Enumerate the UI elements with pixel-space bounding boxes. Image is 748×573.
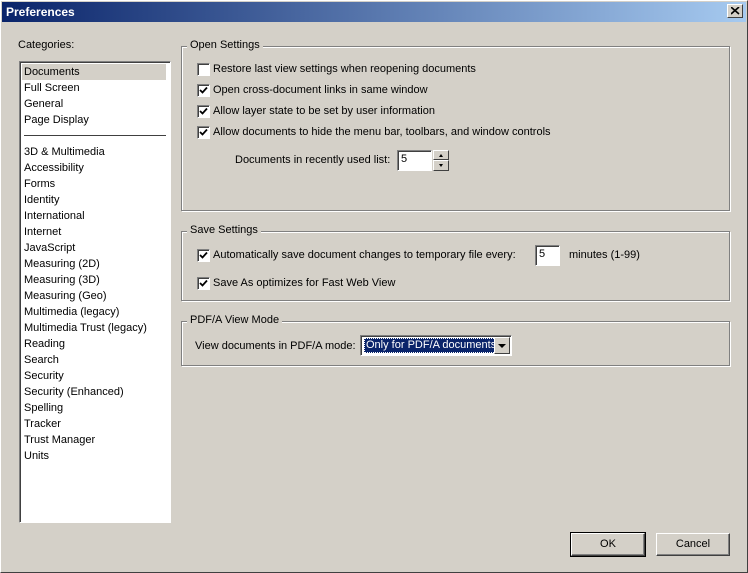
layer-state-label: Allow layer state to be set by user info… xyxy=(213,105,435,117)
recent-list-input[interactable]: 5 xyxy=(397,150,432,171)
category-measuring-3d[interactable]: Measuring (3D) xyxy=(22,272,166,288)
category-measuring-geo[interactable]: Measuring (Geo) xyxy=(22,288,166,304)
checkmark-icon xyxy=(199,128,208,136)
categories-label: Categories: xyxy=(18,39,75,51)
arrow-up-icon xyxy=(439,154,443,157)
category-multimedia-legacy[interactable]: Multimedia (legacy) xyxy=(22,304,166,320)
category-javascript[interactable]: JavaScript xyxy=(22,240,166,256)
close-button[interactable] xyxy=(727,4,743,18)
auto-save-checkbox[interactable] xyxy=(197,249,210,262)
hide-menu-bar-label: Allow documents to hide the menu bar, to… xyxy=(213,126,551,138)
auto-save-minutes-suffix: minutes (1-99) xyxy=(569,249,640,261)
category-documents[interactable]: Documents xyxy=(22,64,166,80)
category-security-enhanced[interactable]: Security (Enhanced) xyxy=(22,384,166,400)
cancel-button[interactable]: Cancel xyxy=(656,533,730,556)
recent-list-label: Documents in recently used list: xyxy=(235,154,391,166)
pdfa-mode-label: View documents in PDF/A mode: xyxy=(195,340,356,352)
open-settings-title: Open Settings xyxy=(187,39,263,51)
auto-save-label: Automatically save document changes to t… xyxy=(213,249,516,261)
recent-list-spinner[interactable] xyxy=(433,150,449,171)
pdfa-mode-selected-value: Only for PDF/A documents xyxy=(364,338,499,353)
cross-document-links-label: Open cross-document links in same window xyxy=(213,84,428,96)
category-full-screen[interactable]: Full Screen xyxy=(22,80,166,96)
preferences-dialog: Preferences Categories: Documents Full S… xyxy=(0,0,748,573)
auto-save-minutes-input[interactable]: 5 xyxy=(535,245,560,266)
category-forms[interactable]: Forms xyxy=(22,176,166,192)
category-reading[interactable]: Reading xyxy=(22,336,166,352)
category-spelling[interactable]: Spelling xyxy=(22,400,166,416)
checkmark-icon xyxy=(199,107,208,115)
spin-up-button[interactable] xyxy=(433,150,449,160)
category-trust-manager[interactable]: Trust Manager xyxy=(22,432,166,448)
category-identity[interactable]: Identity xyxy=(22,192,166,208)
category-multimedia-trust-legacy[interactable]: Multimedia Trust (legacy) xyxy=(22,320,166,336)
category-tracker[interactable]: Tracker xyxy=(22,416,166,432)
title-bar[interactable]: Preferences xyxy=(2,2,746,22)
chevron-down-icon xyxy=(498,344,506,348)
cross-document-links-checkbox[interactable] xyxy=(197,84,210,97)
restore-last-view-label: Restore last view settings when reopenin… xyxy=(213,63,476,75)
category-international[interactable]: International xyxy=(22,208,166,224)
spin-down-button[interactable] xyxy=(433,160,449,171)
checkmark-icon xyxy=(199,279,208,287)
arrow-down-icon xyxy=(439,164,443,167)
category-measuring-2d[interactable]: Measuring (2D) xyxy=(22,256,166,272)
categories-list[interactable]: Documents Full Screen General Page Displ… xyxy=(19,61,171,523)
fast-web-view-label: Save As optimizes for Fast Web View xyxy=(213,277,396,289)
restore-last-view-checkbox[interactable] xyxy=(197,63,210,76)
close-icon xyxy=(731,7,740,15)
category-general[interactable]: General xyxy=(22,96,166,112)
category-units[interactable]: Units xyxy=(22,448,166,464)
checkmark-icon xyxy=(199,251,208,259)
pdfa-mode-select[interactable]: Only for PDF/A documents xyxy=(360,335,512,356)
ok-button[interactable]: OK xyxy=(570,532,646,557)
category-separator xyxy=(24,135,166,136)
save-settings-title: Save Settings xyxy=(187,224,261,236)
checkmark-icon xyxy=(199,86,208,94)
category-search[interactable]: Search xyxy=(22,352,166,368)
category-page-display[interactable]: Page Display xyxy=(22,112,166,128)
fast-web-view-checkbox[interactable] xyxy=(197,277,210,290)
save-settings-group: Save Settings xyxy=(181,224,730,301)
category-3d-multimedia[interactable]: 3D & Multimedia xyxy=(22,144,166,160)
category-internet[interactable]: Internet xyxy=(22,224,166,240)
dropdown-button[interactable] xyxy=(494,337,510,354)
window-title: Preferences xyxy=(6,5,75,19)
pdfa-title: PDF/A View Mode xyxy=(187,314,283,326)
category-security[interactable]: Security xyxy=(22,368,166,384)
layer-state-checkbox[interactable] xyxy=(197,105,210,118)
hide-menu-bar-checkbox[interactable] xyxy=(197,126,210,139)
category-accessibility[interactable]: Accessibility xyxy=(22,160,166,176)
